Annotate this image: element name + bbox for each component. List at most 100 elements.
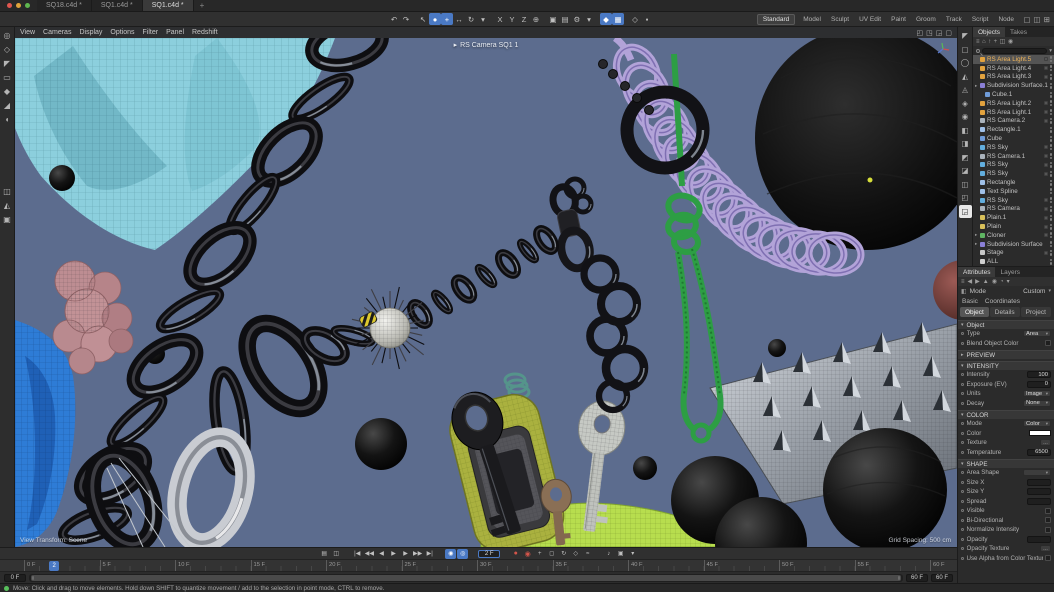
visibility-toggles[interactable]	[1050, 259, 1053, 265]
object-row[interactable]: RS Sky	[973, 161, 1054, 170]
camera-label[interactable]: ▸ RS Camera SQ1 1	[454, 41, 519, 49]
sound-icon[interactable]: ♪	[603, 549, 614, 559]
z-axis-lock-icon[interactable]: Z	[518, 13, 530, 25]
select-mode-icon[interactable]: ◤	[959, 29, 972, 42]
pen-tool-icon[interactable]: ◆	[1, 85, 14, 98]
minimize-window-button[interactable]	[16, 3, 21, 8]
visibility-dot[interactable]	[1050, 224, 1053, 227]
range-slider-thumb[interactable]	[31, 575, 901, 581]
previous-key-button[interactable]: ◀◀	[364, 549, 375, 559]
keyframe-dot-icon[interactable]	[961, 402, 964, 405]
viewport-scene[interactable]	[15, 38, 957, 547]
layout-tab-standard[interactable]: Standard	[757, 14, 795, 25]
quantize-icon[interactable]: ▦	[612, 13, 624, 25]
viewport-menu-redshift[interactable]: Redshift	[192, 29, 218, 36]
object-row[interactable]: RS Area Light.5	[973, 55, 1054, 64]
object-tag-icon[interactable]	[1044, 172, 1048, 176]
visibility-dot[interactable]	[1050, 218, 1053, 221]
layout-tab-paint[interactable]: Paint	[889, 15, 908, 24]
coordinate-system-icon[interactable]: ⊕	[530, 13, 542, 25]
visibility-toggles[interactable]	[1050, 118, 1053, 124]
object-tag-icon[interactable]	[1044, 154, 1048, 158]
visibility-toggles[interactable]	[1050, 215, 1053, 221]
field-intensity[interactable]: 100	[1027, 371, 1051, 378]
record-parameter-icon[interactable]: ◇	[570, 549, 581, 559]
visibility-dot[interactable]	[1050, 139, 1053, 142]
object-tag-icon[interactable]	[1044, 225, 1048, 229]
object-row[interactable]: RS Area Light.3	[973, 73, 1054, 82]
object-tag-icon[interactable]	[1044, 110, 1048, 114]
attributes-tab-attributes[interactable]: Attributes	[958, 267, 995, 277]
visibility-dot[interactable]	[1050, 192, 1053, 195]
visibility-dot[interactable]	[1050, 56, 1053, 59]
volume-icon[interactable]: ◨	[959, 137, 972, 150]
add-cube-icon[interactable]: ▢	[959, 43, 972, 56]
dropdown-area-shape[interactable]: ▾	[1023, 469, 1051, 476]
render-picture-viewer-icon[interactable]: ▤	[559, 13, 571, 25]
visibility-toggles[interactable]	[1050, 180, 1053, 186]
workplane-icon[interactable]: ◇	[629, 13, 641, 25]
visibility-dot[interactable]	[1050, 188, 1053, 191]
visibility-toggles[interactable]	[1050, 241, 1053, 247]
add-generator-icon[interactable]: ◭	[959, 70, 972, 83]
visibility-dot[interactable]	[1050, 262, 1053, 265]
history-forward-icon[interactable]: ▶	[975, 278, 980, 285]
visibility-dot[interactable]	[1050, 86, 1053, 89]
button-opacity-texture[interactable]: …	[1040, 545, 1051, 552]
object-row[interactable]: RS Area Light.1	[973, 108, 1054, 117]
keyframe-dot-icon[interactable]	[961, 332, 964, 335]
visibility-toggles[interactable]	[1050, 171, 1053, 177]
field-size-y[interactable]	[1027, 488, 1051, 495]
object-tag-icon[interactable]	[1044, 163, 1048, 167]
object-tag-icon[interactable]	[1044, 145, 1048, 149]
layout-tab-node[interactable]: Node	[996, 15, 1016, 24]
object-row[interactable]: ▸Subdivision Surface.1	[973, 81, 1054, 90]
next-key-button[interactable]: ▶▶	[412, 549, 423, 559]
visibility-dot[interactable]	[1050, 227, 1053, 230]
object-tag-icon[interactable]	[1044, 66, 1048, 70]
keyframe-dot-icon[interactable]	[961, 528, 964, 531]
checkbox-blend-object-color[interactable]	[1045, 340, 1051, 346]
keyframe-dot-icon[interactable]	[961, 509, 964, 512]
keyframe-dot-icon[interactable]	[961, 471, 964, 474]
filter-dropdown-icon[interactable]: ▾	[1049, 48, 1052, 54]
subtab-basic[interactable]: Basic	[962, 298, 978, 305]
visibility-dot[interactable]	[1050, 206, 1053, 209]
visibility-dot[interactable]	[1050, 113, 1053, 116]
keyframe-dot-icon[interactable]	[961, 557, 964, 560]
camera-tool-icon[interactable]: ◪	[959, 164, 972, 177]
up-level-icon[interactable]: ↑	[988, 39, 991, 45]
visibility-dot[interactable]	[1050, 144, 1053, 147]
viewport-menu-cameras[interactable]: Cameras	[43, 29, 71, 36]
visibility-dot[interactable]	[1050, 74, 1053, 77]
page-tab-details[interactable]: Details	[990, 307, 1020, 317]
go-to-end-button[interactable]: ▶|	[424, 549, 435, 559]
visibility-dot[interactable]	[1050, 165, 1053, 168]
section-shape-header[interactable]: ▾SHAPE	[958, 459, 1054, 468]
object-row[interactable]: Cube.1	[973, 90, 1054, 99]
viewport-menu-panel[interactable]: Panel	[166, 29, 184, 36]
visibility-toggles[interactable]	[1050, 83, 1053, 89]
x-axis-lock-icon[interactable]: X	[494, 13, 506, 25]
button-texture[interactable]: …	[1040, 439, 1051, 446]
object-tag-icon[interactable]	[1044, 75, 1048, 79]
visibility-dot[interactable]	[1050, 130, 1053, 133]
checkbox-use-alpha-from-color-texture[interactable]	[1045, 555, 1051, 561]
object-row[interactable]: Rectangle.1	[973, 125, 1054, 134]
object-row[interactable]: RS Sky	[973, 143, 1054, 152]
visibility-dot[interactable]	[1050, 109, 1053, 112]
live-selection-icon[interactable]: ●	[429, 13, 441, 25]
light-gizmo-dot[interactable]	[868, 178, 873, 183]
dropdown-decay[interactable]: None▾	[1023, 400, 1051, 407]
simulation-icon[interactable]: ◧	[959, 124, 972, 137]
range-end-field[interactable]: 60 F	[906, 574, 928, 582]
keyframe-dot-icon[interactable]	[961, 500, 964, 503]
panel-menu-icon[interactable]: ≡	[976, 39, 980, 45]
keyframe-presets-icon[interactable]: ▣	[615, 549, 626, 559]
keyframe-dot-icon[interactable]	[961, 481, 964, 484]
light-tool-icon[interactable]: ◫	[959, 178, 972, 191]
visibility-dot[interactable]	[1050, 127, 1053, 130]
layout-tab-script[interactable]: Script	[970, 15, 991, 24]
mode-menu[interactable]: Mode	[970, 288, 986, 295]
scale-icon[interactable]: ↔	[453, 13, 465, 25]
